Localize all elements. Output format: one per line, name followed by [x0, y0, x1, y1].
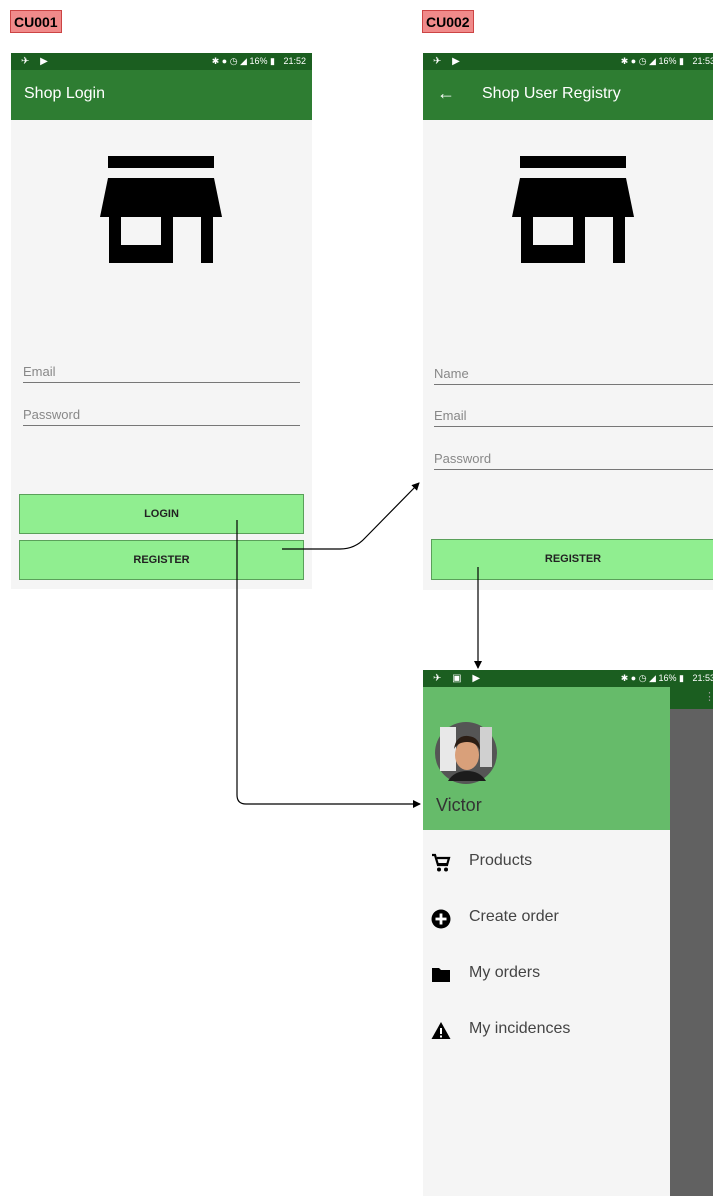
arrow-login-to-home [236, 520, 421, 808]
arrow-register-to-registry [282, 482, 420, 550]
flow-arrows [236, 482, 482, 808]
